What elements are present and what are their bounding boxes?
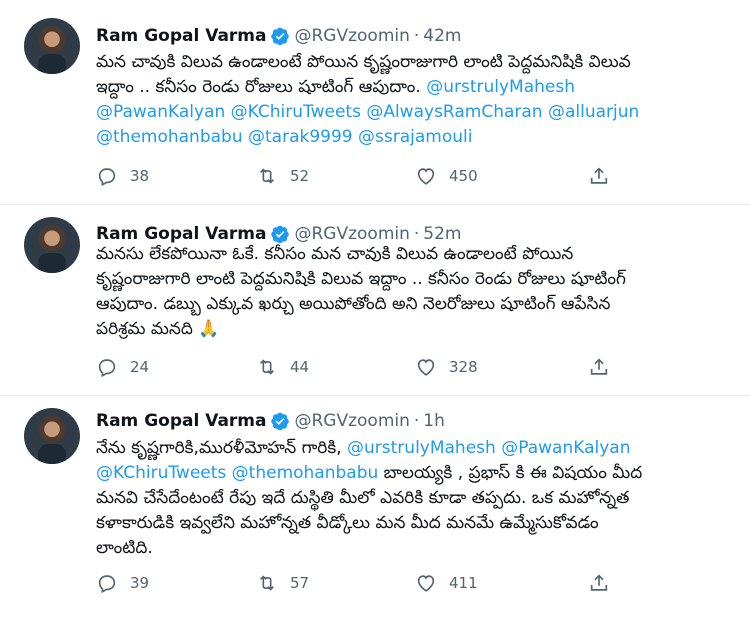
tweet-text-segment: ఇద్దాం .. కనీసం రెండు రోజులు షూటింగ్ ఆపు… [96,77,427,97]
tweet[interactable]: Ram Gopal Varma @RGVzoomin · 52m మనసు లే… [0,205,750,396]
avatar[interactable] [24,18,80,74]
tweet-actions: 39 57 411 [96,571,616,595]
mention-link[interactable]: @PawanKalyan [96,102,225,122]
retweet-icon [259,359,275,375]
reply-icon [98,575,116,594]
separator-dot: · [413,26,420,46]
tweet-text-line: ఇద్దాం .. కనీసం రెండు రోజులు షూటింగ్ ఆపు… [96,75,736,100]
tweet-text: నేను కృష్ణగారికి,మురళీమోహన్ గారికి, @urs… [96,436,736,561]
reply-button[interactable]: 39 [96,572,149,594]
mention-link[interactable]: @ssrajamouli [358,127,472,147]
heart-icon [417,359,435,376]
tweet-text-segment: మన చావుకి విలువ ఉండాలంటే పోయిన కృష్ణంరాజ… [96,52,631,72]
tweet[interactable]: Ram Gopal Varma @RGVzoomin · 42m మన చావు… [0,0,750,205]
tweet-text-line: మన చావుకి విలువ ఉండాలంటే పోయిన కృష్ణంరాజ… [96,50,736,75]
heart-icon [417,575,435,592]
verified-badge-icon [271,225,290,244]
reply-count: 24 [130,358,150,376]
share-button[interactable] [588,165,610,187]
tweet-actions: 24 44 328 [96,355,616,379]
share-icon [590,574,608,591]
author-name[interactable]: Ram Gopal Varma [96,411,266,431]
mention-link[interactable]: @KChiruTweets [231,102,361,122]
tweet-text-line: పరిశ్రమ మనది 🙏 [96,317,736,342]
timestamp[interactable]: 42m [423,26,461,46]
separator-dot: · [413,411,420,431]
retweet-icon [259,575,275,591]
tweet-text-line: @KChiruTweets @themohanbabu బాలయ్యకి , ప… [96,461,736,486]
mention-link[interactable]: @urstrulyMahesh [426,77,575,97]
tweet-text-segment: మనవి చేసేదేంటంటే రేపు ఇదే దుస్థితి మీలో … [96,488,630,508]
tweet-feed: Ram Gopal Varma @RGVzoomin · 42m మన చావు… [0,0,750,617]
tweet-text-segment: కృష్ణంరాజుగారి లాంటి పెద్దమనిషికి విలువ … [96,269,626,289]
like-button[interactable]: 328 [415,356,478,378]
tweet-text-line: @PawanKalyan @KChiruTweets @AlwaysRamCha… [96,100,736,125]
tweet-text-segment: ఆపుదాం. డబ్బు ఎక్కువ ఖర్చు అయిపోతోంది అన… [96,294,611,314]
like-count: 450 [449,167,478,185]
tweet-text-line: మనసు లేకపోయినా ఓకే. కనీసం మన చావుకి విలు… [96,242,736,267]
mention-link[interactable]: @KChiruTweets [96,463,226,483]
reply-icon [98,168,116,187]
tweet-text-line: కృష్ణంరాజుగారి లాంటి పెద్దమనిషికి విలువ … [96,267,736,292]
share-icon [590,358,608,375]
timestamp[interactable]: 52m [423,224,461,244]
author-name[interactable]: Ram Gopal Varma [96,224,266,244]
share-icon [590,167,608,184]
mention-link[interactable]: @themohanbabu [232,463,379,483]
verified-badge-icon [271,412,290,431]
mention-link[interactable]: @PawanKalyan [501,438,630,458]
reply-icon [98,359,116,378]
tweet-text-segment: నేను కృష్ణగారికి,మురళీమోహన్ గారికి, [96,438,348,458]
tweet-text: మనసు లేకపోయినా ఓకే. కనీసం మన చావుకి విలు… [96,242,736,342]
tweet-header: Ram Gopal Varma @RGVzoomin · 1h [96,409,445,433]
author-handle[interactable]: @RGVzoomin [294,411,409,431]
reply-count: 38 [130,167,150,185]
retweet-icon [259,168,275,184]
tweet[interactable]: Ram Gopal Varma @RGVzoomin · 1h నేను కృష… [0,396,750,617]
tweet-text-line: ఆపుదాం. డబ్బు ఎక్కువ ఖర్చు అయిపోతోంది అన… [96,292,736,317]
mention-link[interactable]: @tarak9999 [248,127,353,147]
like-button[interactable]: 411 [415,572,478,594]
tweet-header: Ram Gopal Varma @RGVzoomin · 42m [96,24,462,48]
tweet-text-line: కళాకారుడికి ఇవ్వలేని మహోన్నత వీడ్కోలు మన… [96,511,736,536]
tweet-actions: 38 52 450 [96,164,616,188]
like-count: 328 [449,358,478,376]
avatar[interactable] [24,408,80,464]
like-button[interactable]: 450 [415,165,478,187]
author-name[interactable]: Ram Gopal Varma [96,26,266,46]
retweet-button[interactable]: 44 [256,356,309,378]
tweet-text-segment: లాంటిది. [96,538,153,558]
author-handle[interactable]: @RGVzoomin [294,26,409,46]
mention-link[interactable]: @AlwaysRamCharan [366,102,542,122]
retweet-button[interactable]: 52 [256,165,309,187]
tweet-text-segment: కళాకారుడికి ఇవ్వలేని మహోన్నత వీడ్కోలు మన… [96,513,599,533]
tweet-text-segment: పరిశ్రమ మనది 🙏 [96,319,220,339]
retweet-count: 57 [290,574,310,592]
separator-dot: · [413,224,420,244]
verified-badge-icon [271,27,290,46]
mention-link[interactable]: @urstrulyMahesh [347,438,496,458]
reply-count: 39 [130,574,150,592]
author-handle[interactable]: @RGVzoomin [294,224,409,244]
tweet-text-line: @themohanbabu @tarak9999 @ssrajamouli [96,125,736,150]
mention-link[interactable]: @alluarjun [548,102,639,122]
retweet-count: 52 [290,167,310,185]
reply-button[interactable]: 38 [96,165,149,187]
avatar[interactable] [24,217,80,273]
tweet-text-line: లాంటిది. [96,536,736,561]
tweet-text-segment: బాలయ్యకి , ప్రభాస్ కి ఈ విషయం మీద [378,463,643,483]
reply-button[interactable]: 24 [96,356,149,378]
like-count: 411 [449,574,478,592]
tweet-text: మన చావుకి విలువ ఉండాలంటే పోయిన కృష్ణంరాజ… [96,50,736,150]
heart-icon [417,168,435,185]
retweet-count: 44 [290,358,310,376]
tweet-text-line: నేను కృష్ణగారికి,మురళీమోహన్ గారికి, @urs… [96,436,736,461]
share-button[interactable] [588,356,610,378]
tweet-text-line: మనవి చేసేదేంటంటే రేపు ఇదే దుస్థితి మీలో … [96,486,736,511]
mention-link[interactable]: @themohanbabu [96,127,243,147]
timestamp[interactable]: 1h [423,411,445,431]
retweet-button[interactable]: 57 [256,572,309,594]
tweet-text-segment: మనసు లేకపోయినా ఓకే. కనీసం మన చావుకి విలు… [96,244,574,264]
share-button[interactable] [588,572,610,594]
